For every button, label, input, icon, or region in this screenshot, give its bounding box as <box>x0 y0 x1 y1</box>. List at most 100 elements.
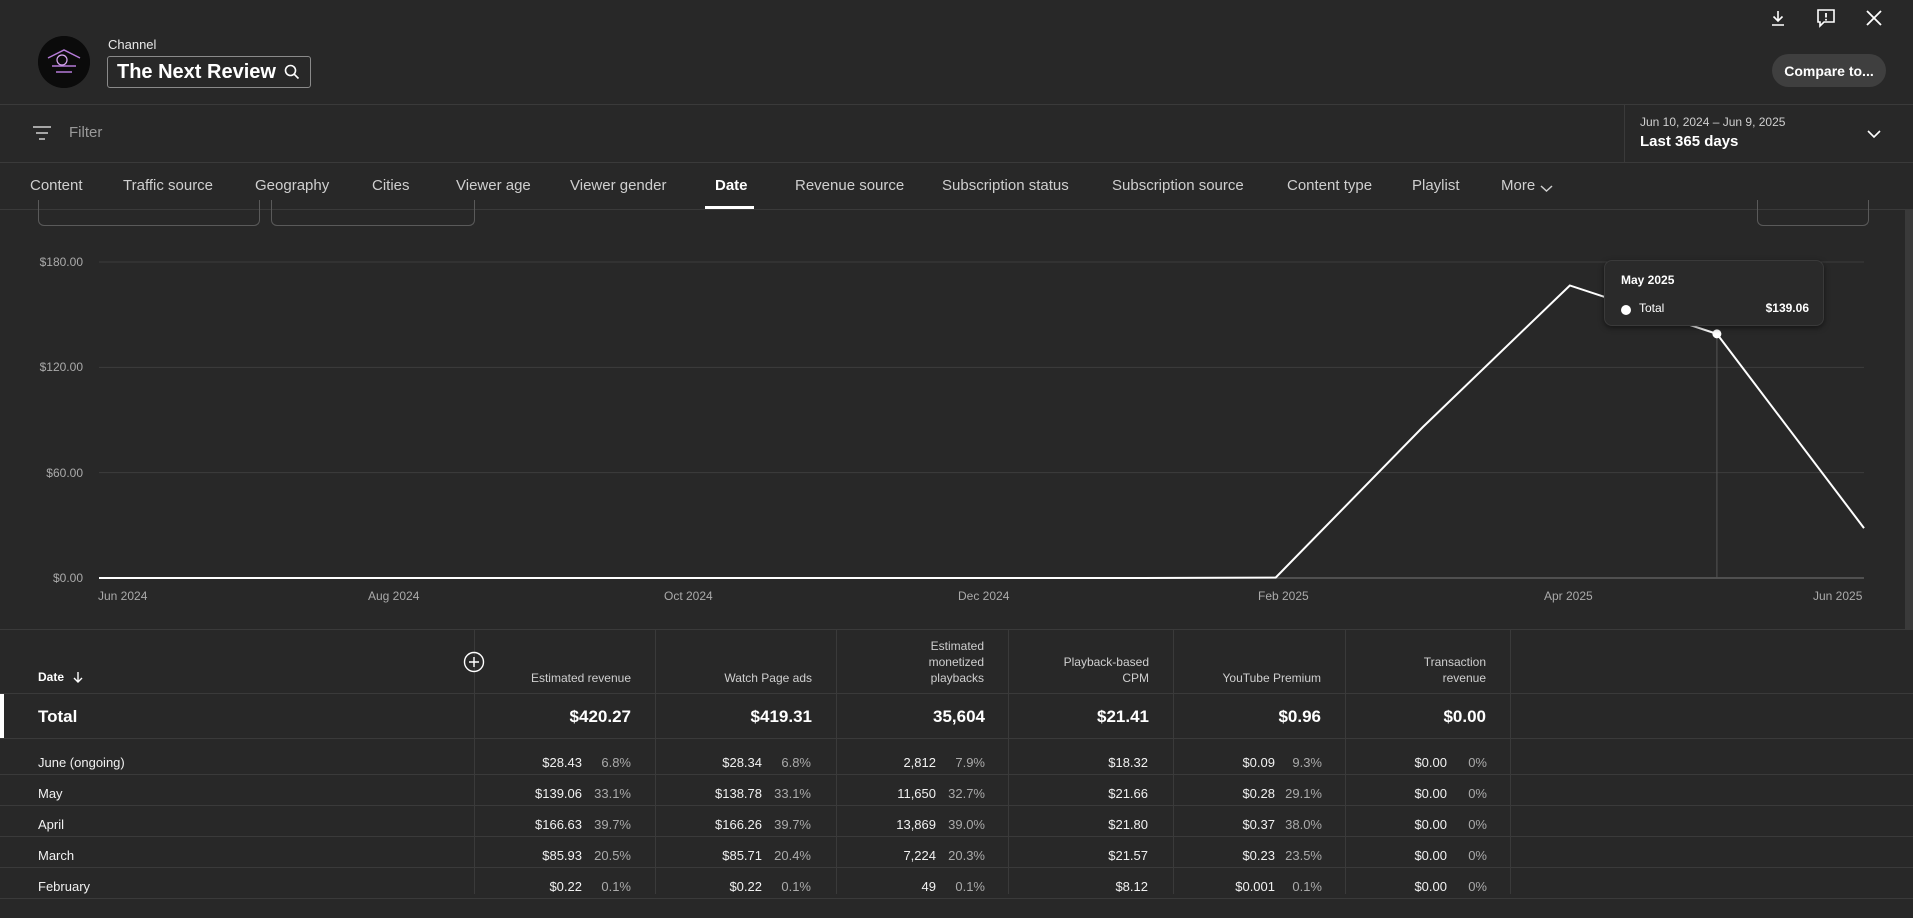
row-date-label: May <box>38 786 63 801</box>
cell-value: 7,224 <box>903 848 936 863</box>
cell-percentage: 29.1% <box>1285 786 1322 801</box>
cell-value: $0.00 <box>1414 755 1447 770</box>
cell-value: $0.37 <box>1242 817 1275 832</box>
cell-percentage: 0.1% <box>601 879 631 894</box>
column-divider <box>1345 629 1346 894</box>
row-date-label: March <box>38 848 75 863</box>
cell-percentage: 38.0% <box>1285 817 1322 832</box>
x-tick-label: Feb 2025 <box>1258 589 1309 603</box>
cell-percentage: 33.1% <box>594 786 631 801</box>
row-date-label: April <box>38 817 65 832</box>
column-header-monetized-playbacks[interactable]: Estimated monetized playbacks <box>856 638 984 686</box>
cell-percentage: 7.9% <box>955 755 985 770</box>
row-divider <box>0 867 1913 868</box>
cell-value: $166.63 <box>535 817 582 832</box>
cell-percentage: 39.7% <box>594 817 631 832</box>
column-divider <box>655 629 656 894</box>
hover-point <box>1712 329 1722 339</box>
column-divider <box>1510 629 1511 894</box>
tooltip-value: $139.06 <box>1765 301 1809 315</box>
column-divider <box>1008 629 1009 894</box>
cell-value: $85.93 <box>542 848 582 863</box>
column-divider <box>1173 629 1174 894</box>
total-series-line <box>99 284 1865 579</box>
column-header-text: Estimated <box>930 639 984 653</box>
column-header-text: Transaction <box>1423 655 1486 669</box>
cell-value: $85.71 <box>722 848 762 863</box>
cell-value: $0.00 <box>1414 848 1447 863</box>
column-header-text: YouTube Premium <box>1222 671 1322 685</box>
column-header-watch-page-ads[interactable]: Watch Page ads <box>675 670 812 686</box>
total-youtube-premium: $0.96 <box>1278 707 1321 726</box>
cell-percentage: 9.3% <box>1292 755 1322 770</box>
x-tick-label: Oct 2024 <box>664 589 713 603</box>
total-monetized-playbacks: 35,604 <box>933 707 985 726</box>
cell-value: $0.00 <box>1414 817 1447 832</box>
row-divider <box>0 774 1913 775</box>
chart-tooltip: May 2025 Total $139.06 <box>1604 260 1824 326</box>
column-header-text: revenue <box>1442 671 1486 685</box>
row-divider <box>0 836 1913 837</box>
total-row-indicator <box>0 694 4 738</box>
column-header-text: playbacks <box>930 671 984 685</box>
cell-percentage: 0% <box>1468 817 1487 832</box>
table-top-divider <box>0 629 1913 630</box>
cell-value: $0.22 <box>549 879 582 894</box>
cell-percentage: 20.5% <box>594 848 631 863</box>
add-column-icon[interactable] <box>463 651 485 678</box>
series-dot-icon <box>1621 305 1631 315</box>
cell-value: $28.43 <box>542 755 582 770</box>
cell-value: $0.28 <box>1242 786 1275 801</box>
total-watch-page-ads: $419.31 <box>750 707 812 726</box>
column-header-playback-cpm[interactable]: Playback-based CPM <box>1028 654 1149 686</box>
cell-percentage: 0% <box>1468 848 1487 863</box>
total-row-label: Total <box>38 707 78 726</box>
cell-value: $0.00 <box>1414 879 1447 894</box>
column-header-text: Playback-based <box>1063 655 1149 669</box>
cell-percentage: 0% <box>1468 755 1487 770</box>
cell-percentage: 39.0% <box>948 817 985 832</box>
cell-value: $28.34 <box>722 755 762 770</box>
table-divider <box>0 738 1913 739</box>
cell-value: $8.12 <box>1115 879 1148 894</box>
cell-value: $0.22 <box>729 879 762 894</box>
cell-value: 13,869 <box>896 817 936 832</box>
cell-value: $0.00 <box>1414 786 1447 801</box>
tooltip-label: Total <box>1639 301 1665 315</box>
cell-value: $21.80 <box>1108 817 1148 832</box>
column-header-text: Estimated revenue <box>530 671 631 685</box>
cell-percentage: 33.1% <box>774 786 811 801</box>
x-tick-label: Apr 2025 <box>1544 589 1593 603</box>
cell-percentage: 20.3% <box>948 848 985 863</box>
column-header-text: Watch Page ads <box>724 671 812 685</box>
cell-value: $139.06 <box>535 786 582 801</box>
column-header-transaction-revenue[interactable]: Transaction revenue <box>1365 654 1486 686</box>
cell-value: $166.26 <box>715 817 762 832</box>
table-divider <box>0 693 1913 694</box>
x-tick-label: Jun 2024 <box>98 589 148 603</box>
cell-value: $0.09 <box>1242 755 1275 770</box>
x-tick-label: Aug 2024 <box>368 589 420 603</box>
cell-percentage: 0% <box>1468 786 1487 801</box>
cell-value: $0.23 <box>1242 848 1275 863</box>
cell-percentage: 32.7% <box>948 786 985 801</box>
column-header-estimated-revenue[interactable]: Estimated revenue <box>494 670 631 686</box>
row-date-label: June (ongoing) <box>38 755 125 770</box>
cell-percentage: 0.1% <box>781 879 811 894</box>
cell-value: 2,812 <box>903 755 936 770</box>
x-tick-label: Jun 2025 <box>1813 589 1863 603</box>
cell-percentage: 39.7% <box>774 817 811 832</box>
date-column-header[interactable]: Date <box>38 670 64 684</box>
cell-value: 11,650 <box>897 786 936 801</box>
cell-percentage: 6.8% <box>781 755 811 770</box>
row-divider <box>0 805 1913 806</box>
total-estimated-revenue: $420.27 <box>569 707 631 726</box>
cell-percentage: 6.8% <box>601 755 631 770</box>
total-transaction-revenue: $0.00 <box>1443 707 1486 726</box>
sort-arrow-down-icon[interactable] <box>72 671 84 689</box>
cell-value: $138.78 <box>715 786 762 801</box>
column-header-youtube-premium[interactable]: YouTube Premium <box>1193 670 1322 686</box>
total-playback-cpm: $21.41 <box>1097 707 1149 726</box>
cell-value: $18.32 <box>1108 755 1148 770</box>
cell-percentage: 0% <box>1468 879 1487 894</box>
